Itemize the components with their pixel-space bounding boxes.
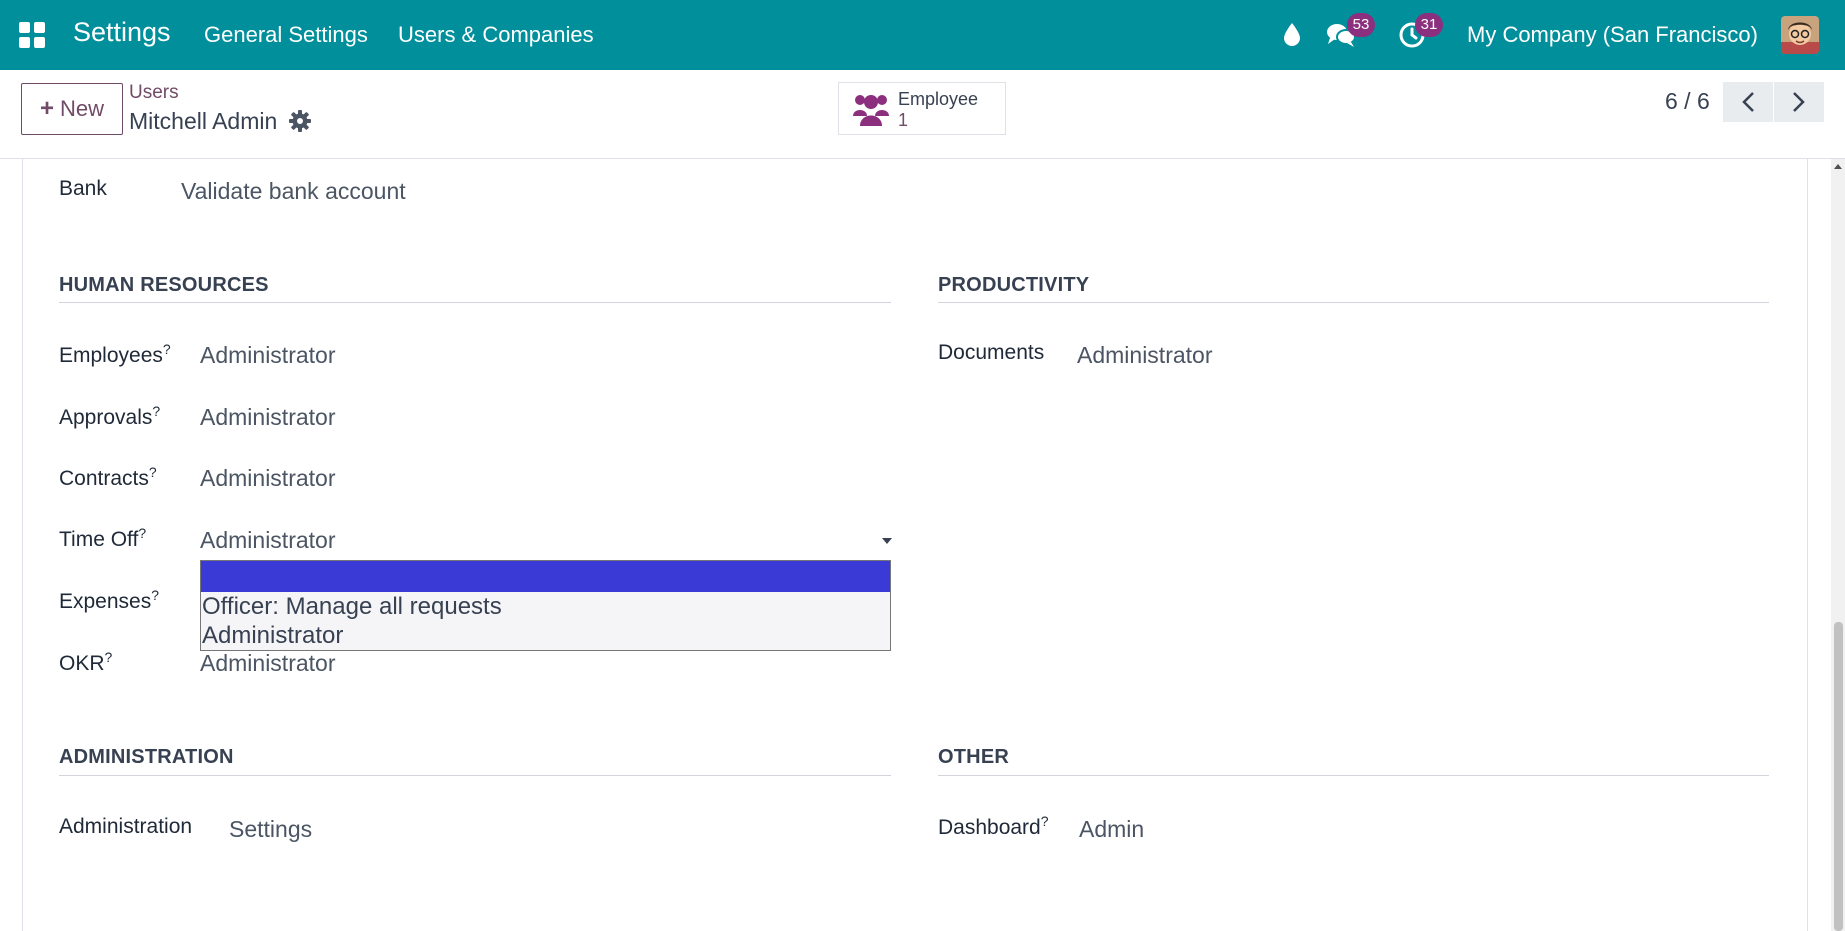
pager-value[interactable]: 6 / 6 bbox=[1665, 88, 1710, 115]
top-navbar: Settings General Settings Users & Compan… bbox=[0, 0, 1845, 70]
dashboard-label: Dashboard? bbox=[938, 813, 1049, 839]
employee-stat-button[interactable]: Employee 1 bbox=[838, 82, 1006, 135]
help-tooltip-icon[interactable]: ? bbox=[151, 587, 159, 603]
stat-employee-label: Employee bbox=[898, 89, 979, 109]
approvals-field[interactable]: Administrator bbox=[200, 404, 335, 431]
dropdown-option-officer[interactable]: Officer: Manage all requests bbox=[201, 592, 890, 621]
menu-general-settings[interactable]: General Settings bbox=[204, 22, 368, 48]
help-tooltip-icon[interactable]: ? bbox=[105, 649, 113, 665]
contracts-label: Contracts? bbox=[59, 464, 157, 490]
help-tooltip-icon[interactable]: ? bbox=[163, 341, 171, 357]
app-name[interactable]: Settings bbox=[73, 17, 171, 48]
okr-label: OKR? bbox=[59, 649, 113, 675]
help-tooltip-icon[interactable]: ? bbox=[152, 403, 160, 419]
approvals-label: Approvals? bbox=[59, 403, 161, 429]
section-divider bbox=[938, 775, 1769, 776]
sheet-border-left bbox=[22, 159, 23, 931]
breadcrumb-users-link[interactable]: Users bbox=[129, 82, 179, 104]
drop-icon[interactable] bbox=[1283, 22, 1301, 51]
users-icon bbox=[852, 90, 890, 133]
help-tooltip-icon[interactable]: ? bbox=[138, 525, 146, 541]
control-panel: + New Users Mitchell Admin Employee 1 6 … bbox=[0, 70, 1845, 159]
apps-menu-icon[interactable] bbox=[19, 22, 45, 48]
plus-icon: + bbox=[39, 95, 54, 122]
bank-field[interactable]: Validate bank account bbox=[181, 178, 406, 205]
section-human-resources: HUMAN RESOURCES bbox=[59, 274, 269, 296]
sheet-border-right bbox=[1807, 159, 1808, 931]
okr-field[interactable]: Administrator bbox=[200, 650, 335, 677]
pager-previous-button[interactable] bbox=[1723, 82, 1773, 122]
new-button-label: New bbox=[60, 96, 105, 121]
time-off-label: Time Off? bbox=[59, 525, 147, 551]
time-off-select[interactable]: Administrator bbox=[200, 527, 335, 554]
chevron-right-icon bbox=[1793, 92, 1805, 112]
dashboard-field[interactable]: Admin bbox=[1079, 816, 1144, 843]
section-administration: ADMINISTRATION bbox=[59, 746, 234, 768]
documents-field[interactable]: Administrator bbox=[1077, 342, 1212, 369]
activities-count-badge: 31 bbox=[1415, 13, 1443, 37]
section-divider bbox=[938, 302, 1769, 303]
contracts-field[interactable]: Administrator bbox=[200, 465, 335, 492]
chevron-down-icon[interactable] bbox=[882, 538, 892, 544]
time-off-dropdown-list: Officer: Manage all requests Administrat… bbox=[200, 560, 891, 651]
section-productivity: PRODUCTIVITY bbox=[938, 274, 1090, 296]
new-button[interactable]: + New bbox=[21, 83, 123, 135]
documents-label: Documents bbox=[938, 341, 1045, 364]
menu-users-companies[interactable]: Users & Companies bbox=[398, 22, 594, 48]
stat-employee-count: 1 bbox=[898, 110, 909, 130]
help-tooltip-icon[interactable]: ? bbox=[1041, 813, 1049, 829]
company-switcher[interactable]: My Company (San Francisco) bbox=[1467, 22, 1758, 48]
messages-count-badge: 53 bbox=[1347, 13, 1375, 37]
chevron-left-icon bbox=[1742, 92, 1754, 112]
help-tooltip-icon[interactable]: ? bbox=[149, 464, 157, 480]
administration-field[interactable]: Settings bbox=[229, 816, 312, 843]
section-divider bbox=[59, 302, 891, 303]
administration-label: Administration bbox=[59, 815, 193, 838]
dropdown-option-empty[interactable] bbox=[201, 561, 890, 592]
user-avatar[interactable] bbox=[1781, 16, 1819, 54]
employees-label: Employees? bbox=[59, 341, 171, 367]
section-divider bbox=[59, 775, 891, 776]
pager-next-button[interactable] bbox=[1774, 82, 1824, 122]
employees-field[interactable]: Administrator bbox=[200, 342, 335, 369]
scrollbar-thumb[interactable] bbox=[1834, 622, 1843, 931]
expenses-label: Expenses? bbox=[59, 587, 160, 613]
bank-label: Bank bbox=[59, 177, 107, 200]
dropdown-option-administrator[interactable]: Administrator bbox=[201, 621, 890, 650]
breadcrumb-current: Mitchell Admin bbox=[129, 108, 278, 134]
gear-icon[interactable] bbox=[289, 110, 311, 137]
section-other: OTHER bbox=[938, 746, 1009, 768]
scroll-up-arrow-icon[interactable] bbox=[1834, 164, 1842, 169]
